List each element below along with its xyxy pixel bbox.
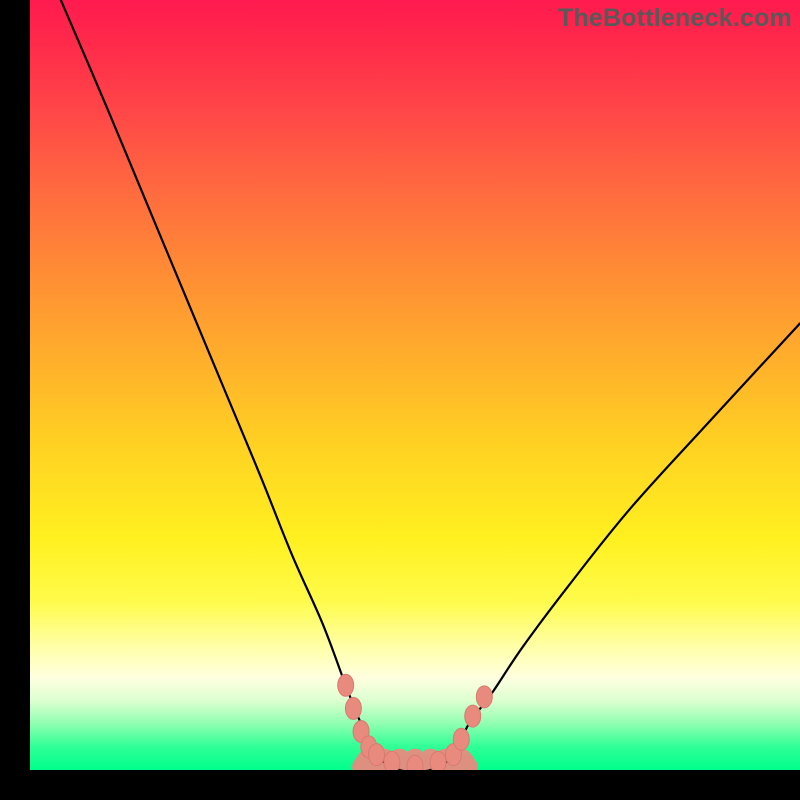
marker-dot bbox=[338, 674, 354, 696]
marker-dot bbox=[476, 686, 492, 708]
marker-dot bbox=[453, 728, 469, 750]
marker-dot bbox=[384, 751, 400, 770]
marker-dot bbox=[465, 705, 481, 727]
marker-dot bbox=[345, 697, 361, 719]
bottleneck-curve bbox=[61, 0, 800, 770]
marker-dot bbox=[369, 744, 385, 766]
plot-area: TheBottleneck.com bbox=[30, 0, 800, 770]
marker-dot bbox=[430, 751, 446, 770]
curve-layer bbox=[30, 0, 800, 770]
chart-frame: TheBottleneck.com bbox=[0, 0, 800, 800]
